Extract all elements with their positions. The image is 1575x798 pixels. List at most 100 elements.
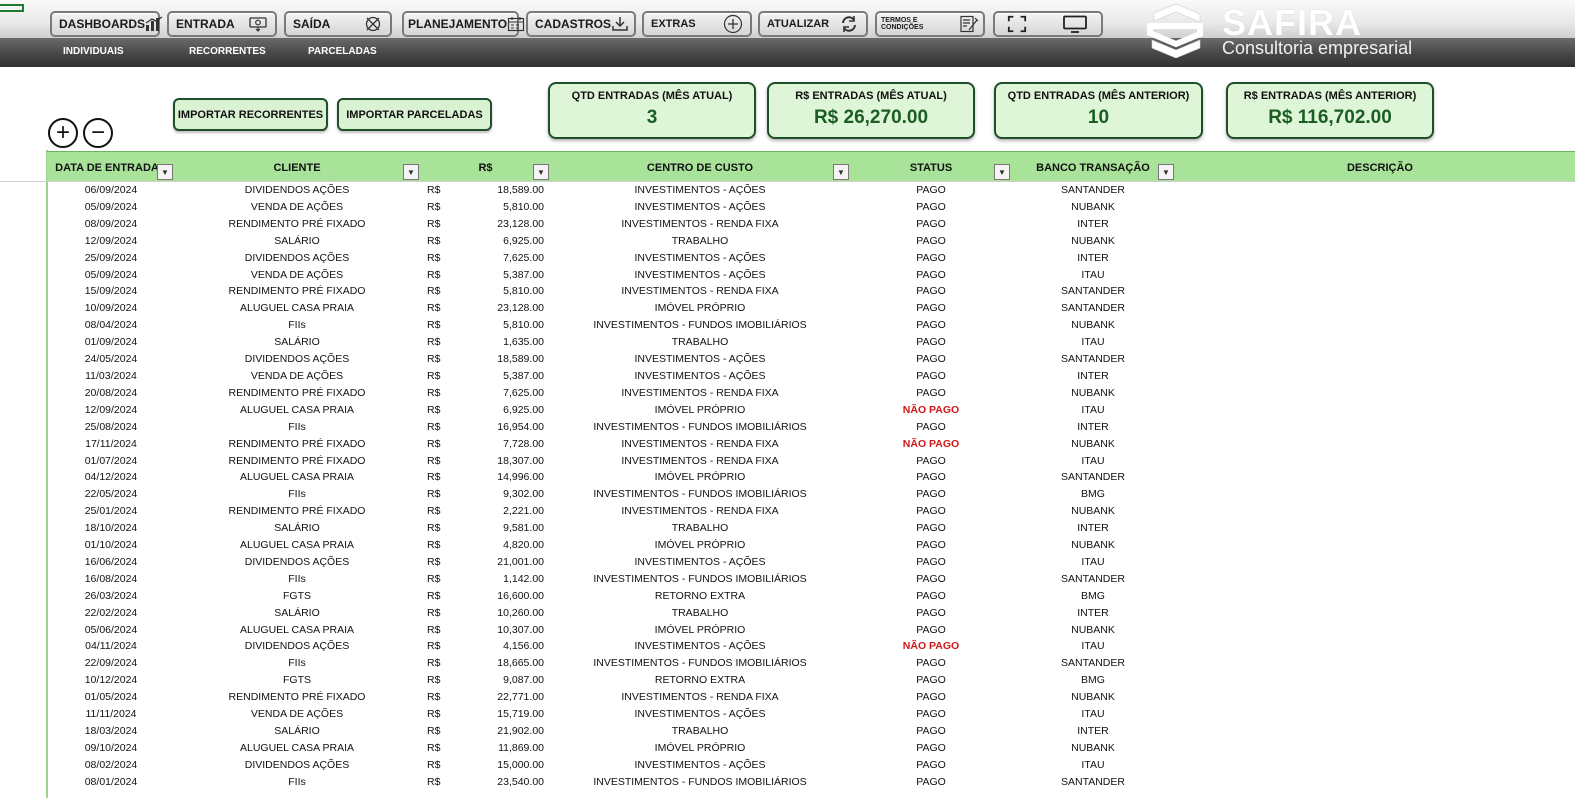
cell-date[interactable]: 01/09/2024 bbox=[47, 334, 175, 351]
cell-cost-center[interactable]: INVESTIMENTOS - AÇÕES bbox=[550, 638, 850, 655]
cell-client[interactable]: FIIs bbox=[197, 419, 397, 436]
cell-client[interactable]: SALÁRIO bbox=[197, 605, 397, 622]
cell-amount[interactable]: 23,128.00 bbox=[447, 216, 544, 233]
cell-cost-center[interactable]: TRABALHO bbox=[550, 233, 850, 250]
cell-date[interactable]: 17/11/2024 bbox=[47, 436, 175, 453]
cell-amount[interactable]: 9,087.00 bbox=[447, 672, 544, 689]
cell-status[interactable]: PAGO bbox=[881, 317, 981, 334]
cell-date[interactable]: 09/10/2024 bbox=[47, 740, 175, 757]
cell-status[interactable]: PAGO bbox=[881, 419, 981, 436]
cell-bank[interactable]: SANTANDER bbox=[1023, 283, 1163, 300]
table-row[interactable]: 15/09/2024 RENDIMENTO PRÉ FIXADO R$ 5,810.0… bbox=[47, 283, 1575, 300]
cell-amount[interactable]: 11,869.00 bbox=[447, 740, 544, 757]
cell-amount[interactable]: 23,128.00 bbox=[447, 300, 544, 317]
cell-client[interactable]: RENDIMENTO PRÉ FIXADO bbox=[197, 453, 397, 470]
table-row[interactable]: 17/11/2024 RENDIMENTO PRÉ FIXADO R$ 7,728.0… bbox=[47, 436, 1575, 453]
table-row[interactable]: 09/10/2024 ALUGUEL CASA PRAIA R$ 11,869.00 I… bbox=[47, 740, 1575, 757]
cell-cost-center[interactable]: IMÓVEL PRÓPRIO bbox=[550, 740, 850, 757]
cell-status[interactable]: PAGO bbox=[881, 453, 981, 470]
cell-status[interactable]: PAGO bbox=[881, 605, 981, 622]
atualizar-button[interactable]: ATUALIZAR bbox=[758, 11, 868, 37]
cell-bank[interactable]: ITAU bbox=[1023, 554, 1163, 571]
cell-amount[interactable]: 5,387.00 bbox=[447, 267, 544, 284]
table-row[interactable]: 25/09/2024 DIVIDENDOS AÇÕES R$ 7,625.00 INVE… bbox=[47, 250, 1575, 267]
cell-amount[interactable]: 5,810.00 bbox=[447, 283, 544, 300]
cell-client[interactable]: DIVIDENDOS AÇÕES bbox=[197, 757, 397, 774]
cell-client[interactable]: FIIs bbox=[197, 655, 397, 672]
cell-client[interactable]: FIIs bbox=[197, 571, 397, 588]
cell-date[interactable]: 04/11/2024 bbox=[47, 638, 175, 655]
cell-cost-center[interactable]: INVESTIMENTOS - AÇÕES bbox=[550, 706, 850, 723]
table-row[interactable]: 05/09/2024 VENDA DE AÇÕES R$ 5,387.00 INVEST… bbox=[47, 267, 1575, 284]
add-row-button[interactable]: + bbox=[48, 118, 78, 148]
table-row[interactable]: 05/06/2024 ALUGUEL CASA PRAIA R$ 10,307.00 I… bbox=[47, 622, 1575, 639]
cell-amount[interactable]: 7,625.00 bbox=[447, 385, 544, 402]
cell-bank[interactable]: NUBANK bbox=[1023, 317, 1163, 334]
subnav-parceladas[interactable]: PARCELADAS bbox=[308, 46, 377, 57]
cell-date[interactable]: 22/09/2024 bbox=[47, 655, 175, 672]
cell-amount[interactable]: 18,589.00 bbox=[447, 182, 544, 199]
cell-cost-center[interactable]: TRABALHO bbox=[550, 605, 850, 622]
cell-date[interactable]: 05/06/2024 bbox=[47, 622, 175, 639]
table-row[interactable]: 08/01/2024 FIIs R$ 23,540.00 INVESTIMENTOS -… bbox=[47, 774, 1575, 791]
cell-status[interactable]: NÃO PAGO bbox=[881, 436, 981, 453]
cell-status[interactable]: PAGO bbox=[881, 520, 981, 537]
cell-client[interactable]: FGTS bbox=[197, 672, 397, 689]
cell-cost-center[interactable]: INVESTIMENTOS - RENDA FIXA bbox=[550, 453, 850, 470]
table-row[interactable]: 16/06/2024 DIVIDENDOS AÇÕES R$ 21,001.00 INV… bbox=[47, 554, 1575, 571]
cell-date[interactable]: 18/03/2024 bbox=[47, 723, 175, 740]
table-row[interactable]: 16/08/2024 FIIs R$ 1,142.00 INVESTIMENTOS - … bbox=[47, 571, 1575, 588]
cell-cost-center[interactable]: IMÓVEL PRÓPRIO bbox=[550, 622, 850, 639]
cell-cost-center[interactable]: INVESTIMENTOS - RENDA FIXA bbox=[550, 503, 850, 520]
cell-client[interactable]: DIVIDENDOS AÇÕES bbox=[197, 250, 397, 267]
cell-status[interactable]: PAGO bbox=[881, 554, 981, 571]
cell-amount[interactable]: 4,820.00 bbox=[447, 537, 544, 554]
cell-amount[interactable]: 9,581.00 bbox=[447, 520, 544, 537]
cell-status[interactable]: PAGO bbox=[881, 385, 981, 402]
extras-button[interactable]: EXTRAS bbox=[642, 11, 752, 37]
cell-bank[interactable]: SANTANDER bbox=[1023, 351, 1163, 368]
table-row[interactable]: 18/03/2024 SALÁRIO R$ 21,902.00 TRABALHO PAGO… bbox=[47, 723, 1575, 740]
cell-status[interactable]: PAGO bbox=[881, 216, 981, 233]
cell-client[interactable]: VENDA DE AÇÕES bbox=[197, 199, 397, 216]
cell-bank[interactable]: INTER bbox=[1023, 419, 1163, 436]
cell-cost-center[interactable]: RETORNO EXTRA bbox=[550, 588, 850, 605]
cell-amount[interactable]: 1,635.00 bbox=[447, 334, 544, 351]
cell-bank[interactable]: ITAU bbox=[1023, 638, 1163, 655]
cell-cost-center[interactable]: TRABALHO bbox=[550, 334, 850, 351]
cell-date[interactable]: 25/01/2024 bbox=[47, 503, 175, 520]
cell-date[interactable]: 24/05/2024 bbox=[47, 351, 175, 368]
cell-cost-center[interactable]: INVESTIMENTOS - AÇÕES bbox=[550, 182, 850, 199]
cell-bank[interactable]: ITAU bbox=[1023, 267, 1163, 284]
table-row[interactable]: 25/01/2024 RENDIMENTO PRÉ FIXADO R$ 2,221.0… bbox=[47, 503, 1575, 520]
cell-date[interactable]: 01/10/2024 bbox=[47, 537, 175, 554]
cell-date[interactable]: 22/05/2024 bbox=[47, 486, 175, 503]
cell-bank[interactable]: NUBANK bbox=[1023, 622, 1163, 639]
cell-amount[interactable]: 22,771.00 bbox=[447, 689, 544, 706]
cell-date[interactable]: 22/02/2024 bbox=[47, 605, 175, 622]
import-parceladas-button[interactable]: IMPORTAR PARCELADAS bbox=[337, 98, 492, 131]
subnav-individuais[interactable]: INDIVIDUAIS bbox=[63, 46, 124, 57]
cell-date[interactable]: 11/11/2024 bbox=[47, 706, 175, 723]
fullscreen-icon[interactable] bbox=[1007, 15, 1027, 33]
cell-bank[interactable]: ITAU bbox=[1023, 706, 1163, 723]
cell-status[interactable]: PAGO bbox=[881, 283, 981, 300]
cell-cost-center[interactable]: INVESTIMENTOS - FUNDOS IMOBILIÁRIOS bbox=[550, 655, 850, 672]
cell-cost-center[interactable]: INVESTIMENTOS - FUNDOS IMOBILIÁRIOS bbox=[550, 486, 850, 503]
cell-status[interactable]: PAGO bbox=[881, 267, 981, 284]
cell-status[interactable]: PAGO bbox=[881, 486, 981, 503]
monitor-icon[interactable] bbox=[1061, 15, 1089, 33]
cell-status[interactable]: PAGO bbox=[881, 655, 981, 672]
cell-client[interactable]: DIVIDENDOS AÇÕES bbox=[197, 182, 397, 199]
cell-status[interactable]: PAGO bbox=[881, 537, 981, 554]
cell-cost-center[interactable]: INVESTIMENTOS - AÇÕES bbox=[550, 368, 850, 385]
cell-client[interactable]: RENDIMENTO PRÉ FIXADO bbox=[197, 385, 397, 402]
cell-status[interactable]: PAGO bbox=[881, 199, 981, 216]
cell-bank[interactable]: INTER bbox=[1023, 250, 1163, 267]
cell-bank[interactable]: SANTANDER bbox=[1023, 571, 1163, 588]
table-row[interactable]: 20/08/2024 RENDIMENTO PRÉ FIXADO R$ 7,625.0… bbox=[47, 385, 1575, 402]
cell-client[interactable]: SALÁRIO bbox=[197, 723, 397, 740]
cell-date[interactable]: 08/02/2024 bbox=[47, 757, 175, 774]
table-row[interactable]: 18/10/2024 SALÁRIO R$ 9,581.00 TRABALHO PAGO I… bbox=[47, 520, 1575, 537]
cell-status[interactable]: PAGO bbox=[881, 503, 981, 520]
